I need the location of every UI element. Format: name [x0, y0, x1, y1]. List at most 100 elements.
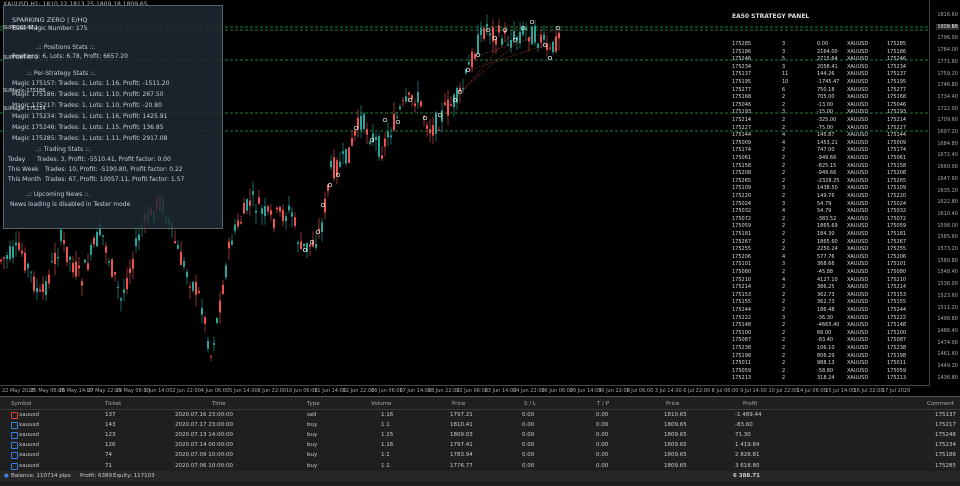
- strategy-cell: 175246: [887, 56, 907, 63]
- strategy-cell: 175214: [732, 284, 752, 291]
- col-sl[interactable]: S / L: [524, 401, 536, 407]
- strategy-cell: XAUUSD: [847, 132, 869, 139]
- trade-link-line: [459, 39, 521, 93]
- time-tick: 17 Jul 2020: [882, 388, 911, 394]
- strategy-cell: 3: [782, 48, 786, 55]
- position-row[interactable]: xauusd 71 2020.07.06 10:00:00 buy 1.1 1776.77…: [0, 461, 960, 471]
- position-ticket: 123: [105, 432, 116, 439]
- col-symbol[interactable]: Symbol: [11, 401, 32, 407]
- col-profit[interactable]: Profit: [743, 401, 757, 407]
- strategy-cell: 175137: [732, 71, 752, 78]
- col-volume[interactable]: Volume: [371, 401, 391, 407]
- candle-body: [132, 258, 134, 269]
- strategy-cell: XAUUSD: [847, 215, 869, 222]
- candle-body: [537, 43, 539, 48]
- position-row[interactable]: xauusd 74 2020.07.09 10:00:00 buy 1.1 1783.94…: [0, 450, 960, 460]
- candle-body: [45, 281, 47, 296]
- col-current-price[interactable]: Price: [666, 401, 679, 407]
- strategy-cell: 175168: [732, 94, 752, 101]
- position-comment: 175246: [935, 432, 956, 439]
- col-price[interactable]: Price: [452, 401, 465, 407]
- strategy-cell: 175186: [887, 48, 907, 55]
- price-chart[interactable]: XAUUSD,H1: 1810.22 1813.25 1809.18 1809.…: [0, 0, 960, 396]
- col-type[interactable]: Type: [307, 401, 320, 407]
- strategy-cell: 175220: [887, 193, 907, 199]
- strategy-cell: 175101: [887, 261, 907, 268]
- col-time[interactable]: Time: [212, 401, 225, 407]
- candle-body: [558, 32, 560, 39]
- candle-body: [120, 298, 122, 301]
- strategy-cell: 175238: [732, 345, 752, 351]
- strategy-cell: 175100: [887, 329, 907, 336]
- strategy-cell: 175046: [732, 101, 752, 108]
- strategy-cell: 149.76: [817, 193, 835, 199]
- strategy-cell: 175155: [887, 299, 907, 306]
- strategy-stat: Magic 175234: Trades: 1, Lots: 1.16, Pro…: [12, 113, 168, 120]
- strategy-cell: 175046: [887, 101, 907, 108]
- strategy-cell: 362.73: [817, 299, 835, 306]
- candle-body: [234, 224, 236, 232]
- strategy-cell: 806.29: [817, 352, 835, 359]
- candle-body: [15, 242, 17, 246]
- candle-body: [279, 206, 281, 212]
- strategy-stat: Magic 175285: Trades: 1, Lots: 1.11, Pro…: [12, 135, 168, 142]
- candle-body: [396, 116, 398, 118]
- candle-body: [444, 102, 446, 106]
- strategy-cell: -13.00: [817, 101, 834, 108]
- candle-body: [426, 125, 428, 129]
- price-tick: 1784.00: [937, 47, 958, 54]
- position-volume: 1.1: [381, 452, 390, 459]
- strategy-cell: 386.25: [817, 284, 835, 291]
- price-tick: 1461.60: [937, 351, 958, 358]
- position-row[interactable]: xauusd 123 2020.07.13 14:00:00 buy 1.15 1809.…: [0, 430, 960, 440]
- col-comment[interactable]: Comment: [927, 401, 954, 407]
- candle-body: [450, 104, 452, 106]
- position-row[interactable]: xauusd 143 2020.07.17 23:00:00 buy 1.1 1810.4…: [0, 420, 960, 430]
- strategy-cell: 175158: [887, 162, 907, 169]
- strategy-cell: 4: [782, 253, 786, 260]
- candle-body: [174, 241, 176, 244]
- candle-body: [330, 160, 332, 168]
- strategy-cell: 175061: [732, 155, 752, 161]
- time-tick: 3 Jul 14:00: [654, 388, 682, 394]
- strategy-cell: 175072: [887, 215, 907, 222]
- strategy-cell: 175144: [732, 132, 752, 139]
- strategy-cell: 2164.00: [817, 48, 838, 55]
- candle-body: [276, 207, 278, 210]
- col-ticket[interactable]: Ticket: [105, 401, 121, 407]
- strategy-cell: 175210: [732, 276, 752, 283]
- strategy-cell: -949.66: [817, 155, 837, 161]
- strategy-cell: -45.88: [817, 269, 834, 275]
- position-sl: 0.00: [522, 442, 535, 449]
- strategy-cell: 54.79: [817, 200, 832, 207]
- candle-body: [75, 261, 77, 277]
- candle-body: [354, 130, 356, 136]
- candle-body: [366, 129, 368, 135]
- price-tick: 1548.40: [937, 269, 958, 276]
- strategy-cell: XAUUSD: [847, 360, 869, 367]
- position-row[interactable]: xauusd 126 2020.07.14 00:00:00 buy 1.16 1797.…: [0, 440, 960, 450]
- candle-body: [138, 234, 140, 241]
- strategy-cell: 175206: [887, 253, 907, 260]
- candle-body: [507, 44, 509, 46]
- price-axis[interactable]: 1809.65 1816.60 1808.70 1796.00 1784.00 1771…: [929, 0, 960, 385]
- candle-body: [480, 28, 482, 35]
- strategy-cell: -83.40: [817, 337, 834, 344]
- time-tick: 23 Jun 14:00: [484, 388, 517, 394]
- position-row[interactable]: xauusd 137 2020.07.16 23:00:00 sell 1.16 1797…: [0, 410, 960, 420]
- trade-marker: [382, 117, 388, 123]
- position-cur: 1809.65: [664, 422, 687, 429]
- strategy-cell: XAUUSD: [847, 345, 869, 351]
- strategy-cell: XAUUSD: [847, 269, 869, 275]
- candle-body: [384, 138, 386, 147]
- col-tp[interactable]: T / P: [597, 401, 609, 407]
- strategy-cell: 175265: [732, 177, 752, 184]
- strategy-cell: 175244: [732, 307, 752, 313]
- strategy-cell: 54.79: [817, 208, 832, 215]
- candle-body: [252, 191, 254, 195]
- strategy-cell: 175206: [732, 253, 752, 260]
- candle-body: [222, 284, 224, 295]
- strategy-cell: 175285: [732, 41, 752, 47]
- strategy-cell: 175227: [732, 124, 752, 131]
- candle-body: [468, 61, 470, 65]
